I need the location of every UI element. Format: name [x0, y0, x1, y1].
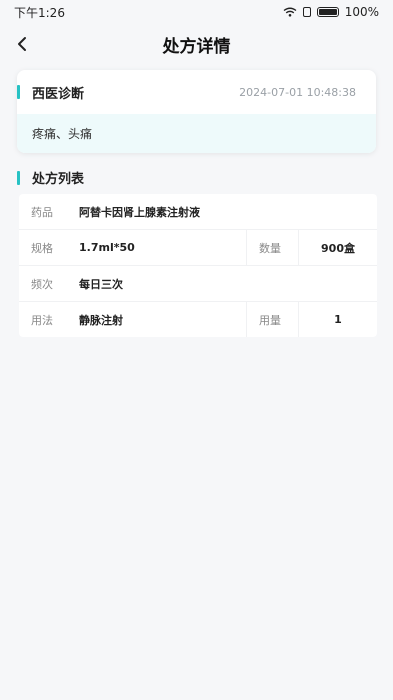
quantity-value: 900盒	[321, 241, 355, 255]
drug-label: 药品	[31, 205, 53, 219]
prescription-list-title-text: 处方列表	[32, 172, 85, 187]
status-bar: 下午1:26 100%	[0, 0, 393, 24]
table-row: 药品 阿替卡因肾上腺素注射液	[19, 194, 377, 230]
table-row: 频次 每日三次	[19, 266, 377, 302]
prescription-list-title: 处方列表	[17, 168, 84, 187]
usage-value: 静脉注射	[67, 302, 247, 337]
usage-label: 用法	[31, 313, 53, 327]
diagnosis-content: 疼痛、头痛	[17, 114, 376, 153]
diagnosis-title: 西医诊断	[17, 83, 84, 102]
frequency-value: 每日三次	[79, 277, 123, 291]
quantity-label: 数量	[247, 230, 299, 265]
table-row: 用法 静脉注射 用量 1	[19, 302, 377, 337]
dose-label: 用量	[247, 302, 299, 337]
accent-bar	[17, 85, 20, 99]
nav-bar: 处方详情	[0, 24, 393, 64]
sim-icon	[302, 7, 311, 17]
page-title: 处方详情	[162, 36, 231, 57]
battery-percent: 100%	[344, 5, 379, 19]
diagnosis-card: 西医诊断 2024-07-01 10:48:38 疼痛、头痛	[17, 70, 376, 153]
dose-value: 1	[334, 313, 342, 326]
battery-icon	[316, 7, 339, 17]
prescription-table: 药品 阿替卡因肾上腺素注射液 规格 1.7ml*50 数量 900盒 频次 每日…	[19, 194, 377, 337]
diagnosis-header: 西医诊断 2024-07-01 10:48:38	[17, 70, 376, 114]
accent-bar	[17, 170, 20, 185]
wifi-icon	[283, 7, 297, 17]
table-row: 规格 1.7ml*50 数量 900盒	[19, 230, 377, 266]
spec-label: 规格	[31, 241, 53, 255]
status-icons: 100%	[283, 5, 379, 19]
spec-value: 1.7ml*50	[67, 230, 247, 265]
diagnosis-title-text: 西医诊断	[32, 86, 85, 102]
back-button[interactable]	[6, 28, 38, 60]
frequency-label: 频次	[31, 277, 53, 291]
chevron-left-icon	[18, 37, 26, 51]
diagnosis-date: 2024-07-01 10:48:38	[239, 85, 356, 99]
status-time: 下午1:26	[14, 5, 65, 20]
drug-value: 阿替卡因肾上腺素注射液	[79, 205, 200, 219]
